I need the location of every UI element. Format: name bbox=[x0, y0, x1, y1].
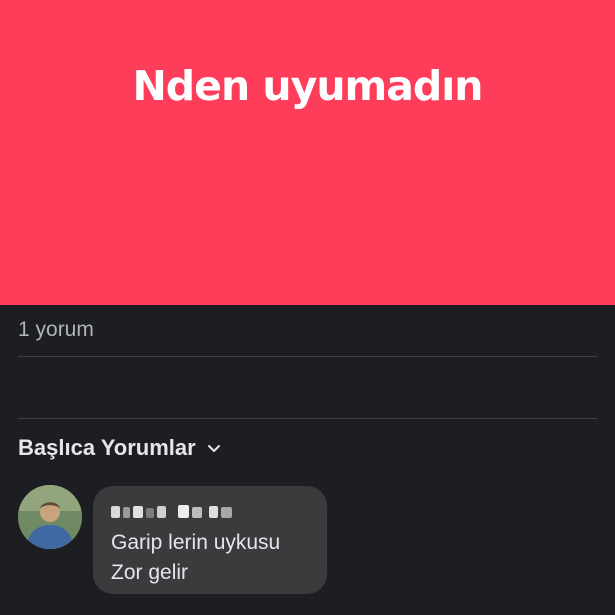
comment-sort-label: Başlıca Yorumlar bbox=[18, 435, 196, 460]
comment-count[interactable]: 1 yorum bbox=[18, 318, 94, 342]
comment-text-line: Garip lerin uykusu bbox=[111, 531, 281, 554]
divider bbox=[18, 356, 597, 357]
chevron-down-icon bbox=[206, 440, 222, 456]
comment-bubble[interactable]: Garip lerin uykusu Zor gelir bbox=[93, 486, 327, 594]
divider bbox=[18, 418, 597, 419]
comment-sort-dropdown[interactable]: Başlıca Yorumlar bbox=[18, 435, 222, 461]
avatar[interactable] bbox=[18, 485, 82, 549]
avatar-photo bbox=[18, 485, 82, 549]
author-name-redacted[interactable] bbox=[111, 503, 251, 521]
comment-text-line: Zor gelir bbox=[111, 561, 189, 584]
post-text: Nden uyumadın bbox=[132, 62, 483, 110]
post-card[interactable]: Nden uyumadın bbox=[0, 0, 615, 305]
